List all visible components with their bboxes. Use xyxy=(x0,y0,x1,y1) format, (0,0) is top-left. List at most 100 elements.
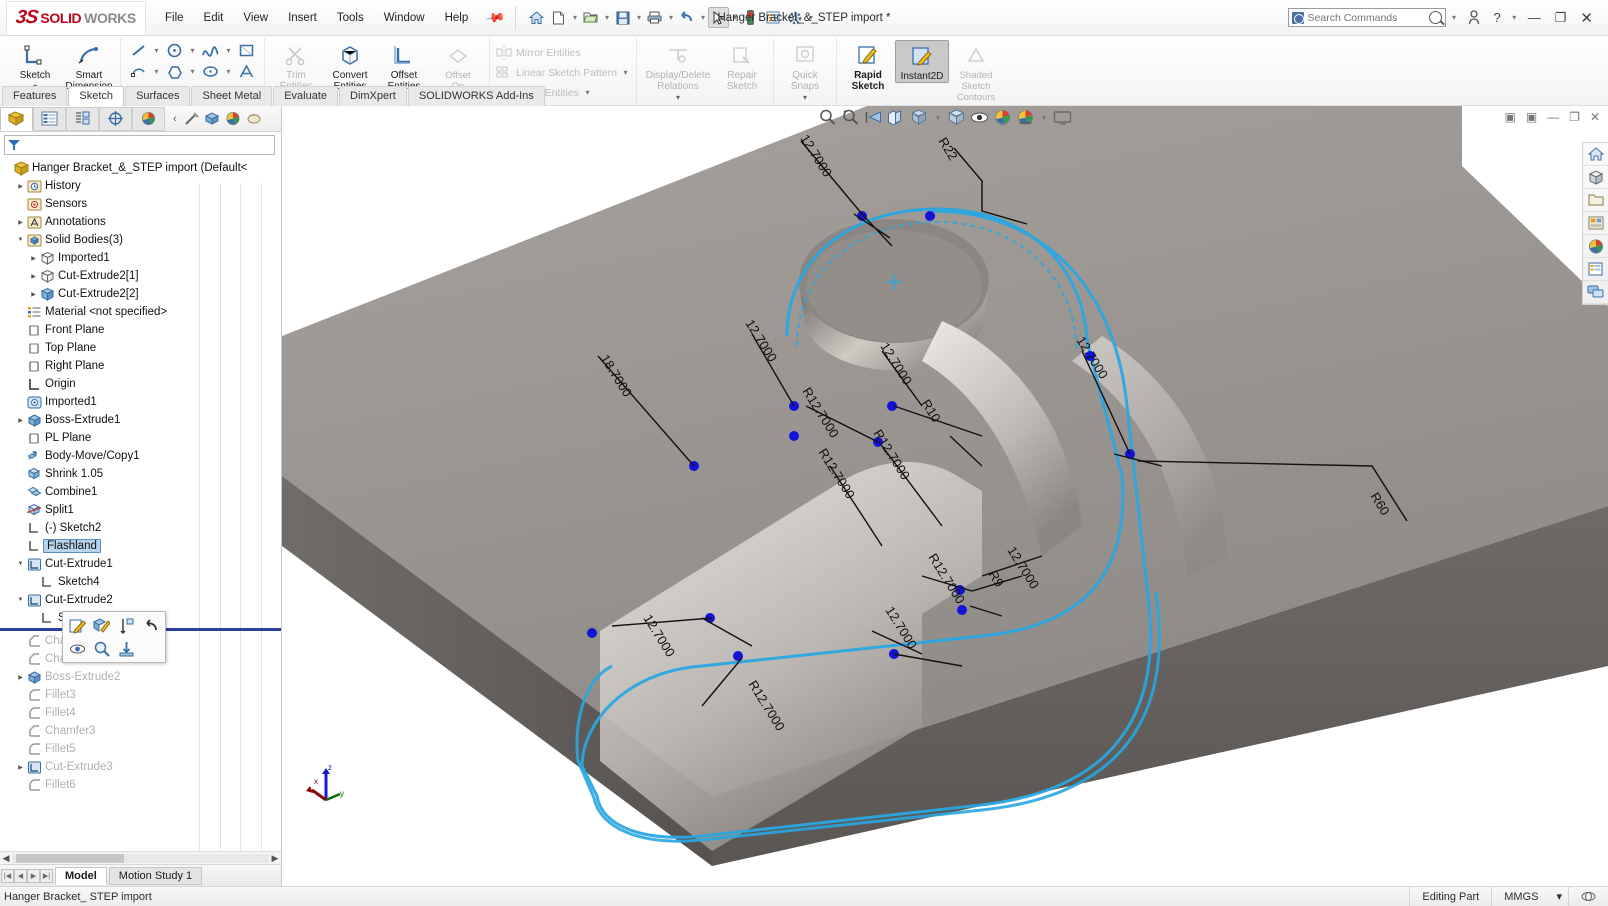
solidworks-resources-icon[interactable] xyxy=(1583,143,1608,166)
edit-appearance-icon[interactable] xyxy=(994,108,1012,126)
sketch-button[interactable]: Sketch ▾ xyxy=(8,40,62,91)
undo-icon[interactable] xyxy=(676,7,697,28)
menu-tools[interactable]: Tools xyxy=(328,9,373,27)
view-orientation-caret-icon[interactable]: ▾ xyxy=(934,113,943,122)
new-caret-icon[interactable]: ▾ xyxy=(570,13,579,22)
chevron-right-icon[interactable] xyxy=(15,764,26,771)
tree-node[interactable]: Cut-Extrude2 xyxy=(0,591,281,609)
tree-node[interactable]: Right Plane xyxy=(0,357,281,375)
scroll-left-arrow-icon[interactable]: ◀ xyxy=(0,853,12,864)
ellipse-caret-icon[interactable]: ▾ xyxy=(224,67,233,76)
account-icon[interactable] xyxy=(1463,9,1485,26)
magnifier-icon[interactable] xyxy=(1428,11,1442,24)
relations-caret-icon[interactable]: ▾ xyxy=(676,93,680,102)
tree-node[interactable]: Cut-Extrude2[2] xyxy=(0,285,281,303)
rectangle-icon[interactable] xyxy=(233,40,260,60)
tab-evaluate[interactable]: Evaluate xyxy=(273,86,338,106)
linear-pattern-caret-icon[interactable]: ▾ xyxy=(621,68,630,77)
chevron-right-icon[interactable] xyxy=(28,255,39,262)
save-caret-icon[interactable]: ▾ xyxy=(634,13,643,22)
select-cursor-icon[interactable] xyxy=(708,7,730,28)
offset-entities-button[interactable]: Offset Entities xyxy=(377,40,431,92)
tree-node[interactable]: Sensors xyxy=(0,195,281,213)
menu-file[interactable]: File xyxy=(156,9,193,27)
tree-node[interactable]: Cut-Extrude3 xyxy=(0,758,281,776)
tree-node[interactable]: Imported1 xyxy=(0,393,281,411)
chevron-right-icon[interactable] xyxy=(28,291,39,298)
configuration-manager-tab[interactable] xyxy=(66,106,99,131)
tree-node[interactable]: Chamfer3 xyxy=(0,722,281,740)
arc-caret-icon[interactable]: ▾ xyxy=(152,67,161,76)
restore-left-icon[interactable]: ▣ xyxy=(1504,110,1515,124)
units-indicator[interactable]: MMGS xyxy=(1491,886,1550,906)
ellipse-icon[interactable] xyxy=(197,61,224,81)
rebuild-icon[interactable] xyxy=(740,7,761,28)
hide-show-icon[interactable] xyxy=(184,111,199,126)
section-view-icon[interactable] xyxy=(888,108,906,126)
undo-icon[interactable] xyxy=(141,616,160,635)
polygon-icon[interactable] xyxy=(161,61,188,81)
tree-node[interactable]: Fillet3 xyxy=(0,686,281,704)
move-entities-caret-icon[interactable]: ▾ xyxy=(583,88,592,97)
tree-node[interactable]: Material <not specified> xyxy=(0,303,281,321)
graphics-area[interactable]: ▾ ▾ ▣ ▣ — ❐ ✕ 12.7000 R22 12.7000 18.700… xyxy=(282,106,1608,886)
units-caret-icon[interactable]: ▾ xyxy=(1550,887,1568,906)
tree-node[interactable]: Body-Move/Copy1 xyxy=(0,447,281,465)
collapse-chevron-icon[interactable]: ‹ xyxy=(173,113,177,125)
pin-icon[interactable]: 📌 xyxy=(484,6,507,28)
tab-surfaces[interactable]: Surfaces xyxy=(125,86,191,106)
instant2d-button[interactable]: Instant2D xyxy=(894,40,949,83)
chevron-down-icon[interactable] xyxy=(15,597,26,603)
property-manager-tab[interactable] xyxy=(33,106,66,131)
first-study-icon[interactable]: |◀ xyxy=(1,868,14,883)
display-state-icon[interactable] xyxy=(204,111,220,126)
next-study-icon[interactable]: ▶ xyxy=(27,868,40,883)
menu-edit[interactable]: Edit xyxy=(195,9,233,27)
dimxpert-manager-tab[interactable] xyxy=(99,106,132,131)
zoom-to-fit-icon[interactable] xyxy=(819,108,837,126)
chevron-down-icon[interactable] xyxy=(15,237,26,243)
text-icon[interactable] xyxy=(233,61,260,81)
minimize-icon[interactable]: — xyxy=(1547,110,1559,124)
tab-solidworks-add-ins[interactable]: SOLIDWORKS Add-Ins xyxy=(407,86,545,106)
design-library-icon[interactable] xyxy=(1583,166,1608,189)
scroll-right-arrow-icon[interactable]: ▶ xyxy=(269,853,281,864)
mirror-entities-row[interactable]: Mirror Entities xyxy=(494,43,583,63)
appearance-icon[interactable] xyxy=(225,111,241,126)
tree-node[interactable]: Cut-Extrude1 xyxy=(0,555,281,573)
select-caret-icon[interactable]: ▾ xyxy=(730,13,739,22)
search-caret-icon[interactable]: ▾ xyxy=(1450,13,1459,22)
tab-dimxpert[interactable]: DimXpert xyxy=(339,86,407,106)
open-caret-icon[interactable]: ▾ xyxy=(602,13,611,22)
custom-properties-icon[interactable] xyxy=(1583,258,1608,281)
overlay-icon[interactable] xyxy=(1568,886,1608,906)
study-nav-buttons[interactable]: |◀ ◀ ▶ ▶| xyxy=(1,868,53,883)
tree-node[interactable]: Top Plane xyxy=(0,339,281,357)
insert-dimension-icon[interactable] xyxy=(117,616,136,635)
display-delete-relations-button[interactable]: Display/Delete Relations ▾ xyxy=(641,40,715,102)
tree-node[interactable]: Solid Bodies(3) xyxy=(0,231,281,249)
chevron-down-icon[interactable] xyxy=(15,561,26,567)
chevron-right-icon[interactable] xyxy=(28,273,39,280)
tree-node-selected[interactable]: Flashland xyxy=(0,537,281,555)
tree-node[interactable]: (-) Sketch2 xyxy=(0,519,281,537)
feature-manager-tab[interactable] xyxy=(0,106,33,131)
model-viewport[interactable]: 12.7000 R2212.700018.7000 12.7000 12.7000R1… xyxy=(282,106,1608,886)
search-input[interactable] xyxy=(1307,11,1425,24)
print-icon[interactable] xyxy=(644,7,665,28)
previous-view-icon[interactable] xyxy=(865,108,883,126)
help-caret-icon[interactable]: ▾ xyxy=(1510,13,1519,22)
chevron-right-icon[interactable] xyxy=(15,674,26,681)
feature-tree[interactable]: Hanger Bracket_&_STEP import (Default< Hi… xyxy=(0,157,281,794)
tree-node[interactable]: History xyxy=(0,177,281,195)
tree-node[interactable]: PL Plane xyxy=(0,429,281,447)
tree-node[interactable]: Annotations xyxy=(0,213,281,231)
tree-node[interactable]: Boss-Extrude1 xyxy=(0,411,281,429)
rapid-sketch-button[interactable]: Rapid Sketch xyxy=(841,40,895,92)
apply-scene-caret-icon[interactable]: ▾ xyxy=(1040,113,1049,122)
home-icon[interactable] xyxy=(526,7,547,28)
undo-caret-icon[interactable]: ▾ xyxy=(698,13,707,22)
restore-icon[interactable]: ❐ xyxy=(1569,110,1580,124)
quick-snaps-button[interactable]: Quick Snaps ▾ xyxy=(778,40,832,102)
close-button[interactable]: ✕ xyxy=(1575,8,1598,28)
